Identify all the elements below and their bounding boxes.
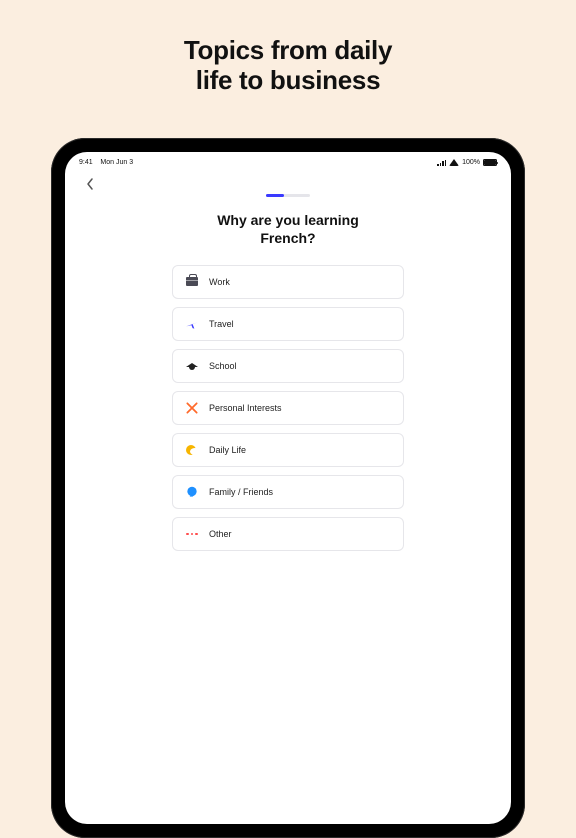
option-label: School — [209, 361, 237, 371]
chat-bubble-icon — [185, 485, 199, 499]
cellular-signal-icon — [437, 159, 446, 166]
option-label: Work — [209, 277, 230, 287]
question-line1: Why are you learning — [217, 212, 359, 228]
graduation-cap-icon — [185, 359, 199, 373]
question-line2: French? — [260, 230, 315, 246]
back-button[interactable] — [81, 175, 99, 193]
status-date: Mon Jun 3 — [100, 159, 133, 166]
option-label: Family / Friends — [209, 487, 273, 497]
progress-fill — [266, 194, 284, 197]
headline-line2: life to business — [196, 65, 380, 95]
chevron-left-icon — [85, 177, 95, 191]
status-time: 9:41 — [79, 159, 93, 166]
promo-headline: Topics from daily life to business — [0, 0, 576, 96]
option-work[interactable]: Work — [172, 265, 404, 299]
battery-icon — [483, 159, 497, 166]
nav-row — [65, 168, 511, 196]
progress-indicator — [65, 194, 511, 197]
briefcase-icon — [185, 275, 199, 289]
option-label: Other — [209, 529, 232, 539]
option-label: Travel — [209, 319, 234, 329]
option-travel[interactable]: Travel — [172, 307, 404, 341]
progress-track — [266, 194, 310, 197]
option-family-friends[interactable]: Family / Friends — [172, 475, 404, 509]
tablet-frame: 9:41 Mon Jun 3 100% — [51, 138, 525, 838]
option-label: Personal Interests — [209, 403, 282, 413]
status-bar: 9:41 Mon Jun 3 100% — [65, 152, 511, 168]
option-personal-interests[interactable]: Personal Interests — [172, 391, 404, 425]
airplane-icon — [185, 317, 199, 331]
options-list: Work Travel School Personal Interests — [172, 265, 404, 551]
more-dots-icon — [185, 527, 199, 541]
sun-cloud-icon — [185, 443, 199, 457]
option-other[interactable]: Other — [172, 517, 404, 551]
wifi-icon — [449, 159, 459, 166]
option-school[interactable]: School — [172, 349, 404, 383]
onboarding-question: Why are you learning French? — [188, 211, 388, 247]
option-label: Daily Life — [209, 445, 246, 455]
headline-line1: Topics from daily — [184, 35, 392, 65]
status-right: 100% — [437, 159, 497, 166]
crossed-utensils-icon — [185, 401, 199, 415]
battery-percent: 100% — [462, 159, 480, 166]
tablet-screen: 9:41 Mon Jun 3 100% — [65, 152, 511, 824]
status-left: 9:41 Mon Jun 3 — [79, 159, 133, 166]
option-daily-life[interactable]: Daily Life — [172, 433, 404, 467]
